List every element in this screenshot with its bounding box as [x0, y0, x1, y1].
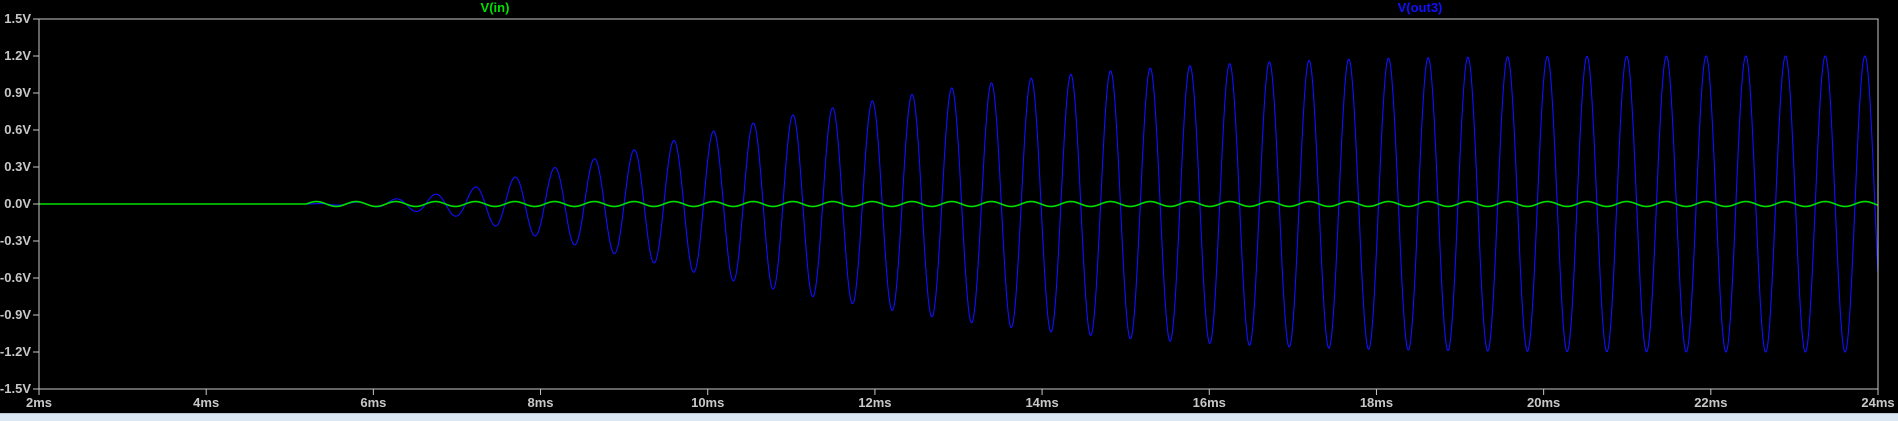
y-tick-label: 0.0V: [4, 196, 31, 211]
legend-v-out3[interactable]: V(out3): [1398, 0, 1443, 15]
y-tick-label: 1.5V: [4, 11, 31, 26]
plot-background: [0, 0, 1898, 420]
x-tick-label: 10ms: [691, 395, 724, 410]
x-tick-label: 22ms: [1694, 395, 1727, 410]
x-tick-label: 18ms: [1360, 395, 1393, 410]
x-tick-label: 20ms: [1527, 395, 1560, 410]
waveform-viewer: 1.5V 1.2V 0.9V 0.6V 0.3V 0.0V -0.3V -0.6V -0.9V -…: [0, 0, 1898, 421]
y-tick-label: -0.6V: [0, 270, 31, 285]
y-tick-label: 0.6V: [4, 122, 31, 137]
x-tick-label: 12ms: [858, 395, 891, 410]
y-tick-label: -0.3V: [0, 233, 31, 248]
x-tick-label: 4ms: [193, 395, 219, 410]
x-tick-label: 2ms: [26, 395, 52, 410]
y-tick-label: 1.2V: [4, 48, 31, 63]
y-tick-label: -0.9V: [0, 307, 31, 322]
x-tick-label: 8ms: [528, 395, 554, 410]
plot-canvas[interactable]: 1.5V 1.2V 0.9V 0.6V 0.3V 0.0V -0.3V -0.6V -0.9V -…: [0, 0, 1898, 420]
x-tick-label: 14ms: [1025, 395, 1058, 410]
y-tick-label: 0.9V: [4, 85, 31, 100]
x-tick-label: 6ms: [360, 395, 386, 410]
y-tick-label: 0.3V: [4, 159, 31, 174]
x-tick-label: 16ms: [1193, 395, 1226, 410]
x-tick-label: 24ms: [1861, 395, 1894, 410]
y-tick-label: -1.5V: [0, 381, 31, 396]
y-tick-label: -1.2V: [0, 344, 31, 359]
legend-v-in[interactable]: V(in): [481, 0, 510, 15]
